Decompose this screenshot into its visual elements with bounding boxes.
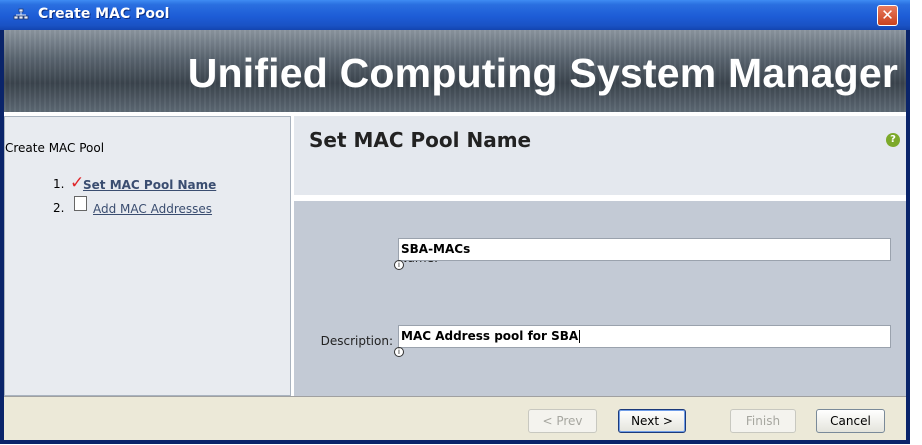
next-button[interactable]: Next > (618, 409, 686, 433)
step-number: 2. (53, 201, 65, 215)
name-input[interactable]: SBA-MACs (398, 238, 891, 261)
wizard-content: Create MAC Pool 1. ✓ Set MAC Pool Name 2… (4, 112, 906, 396)
window-title: Create MAC Pool (38, 6, 170, 22)
form-area: Name: SBA-MACs i Description: MAC Addres… (294, 201, 906, 396)
finish-button[interactable]: Finish (730, 409, 796, 433)
text-caret (579, 330, 581, 343)
info-glyph: i (398, 261, 400, 269)
step-number: 1. (53, 177, 65, 191)
close-button[interactable]: ✕ (877, 5, 898, 26)
description-input[interactable]: MAC Address pool for SBA (398, 325, 891, 348)
page-title: Set MAC Pool Name (309, 128, 532, 152)
name-value: SBA-MACs (401, 242, 471, 256)
wizard-title: Create MAC Pool (5, 141, 105, 155)
banner-title: Unified Computing System Manager (187, 50, 898, 96)
info-icon[interactable]: i (394, 347, 404, 357)
prev-button[interactable]: < Prev (528, 409, 597, 433)
help-glyph: ? (890, 134, 896, 145)
wizard-footer: < Prev Next > Finish Cancel (4, 396, 906, 440)
description-value: MAC Address pool for SBA (401, 329, 579, 343)
step-header: Set MAC Pool Name ? (294, 116, 906, 195)
ucsm-banner: Unified Computing System Manager (4, 30, 906, 112)
info-icon[interactable]: i (394, 260, 404, 270)
info-glyph: i (398, 348, 400, 356)
title-bar[interactable]: Create MAC Pool ✕ (0, 0, 910, 30)
close-icon: ✕ (881, 6, 894, 24)
wizard-steps-panel: Create MAC Pool 1. ✓ Set MAC Pool Name 2… (4, 116, 291, 396)
document-icon (74, 196, 87, 211)
step-link-add-mac-addresses[interactable]: Add MAC Addresses (93, 202, 212, 216)
description-label: Description: (320, 334, 393, 348)
network-pool-icon (13, 8, 29, 20)
create-mac-pool-window: Create MAC Pool ✕ Unified Computing Syst… (0, 0, 910, 444)
step-link-set-mac-pool-name[interactable]: Set MAC Pool Name (83, 178, 216, 192)
help-icon[interactable]: ? (886, 133, 900, 147)
cancel-button[interactable]: Cancel (816, 409, 885, 433)
